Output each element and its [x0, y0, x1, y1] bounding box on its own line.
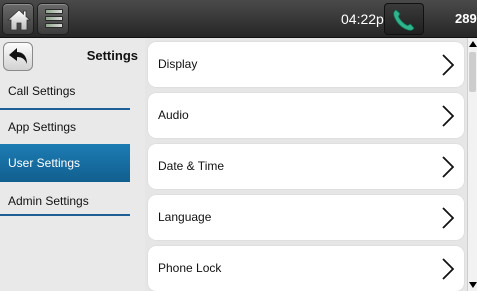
sidebar-item-user-settings[interactable]: User Settings: [0, 144, 130, 182]
sidebar-title: Settings: [86, 48, 138, 63]
back-arrow-icon: [9, 48, 27, 64]
chevron-right-icon: [442, 54, 454, 76]
divider: [0, 214, 130, 216]
call-status-button[interactable]: [384, 3, 424, 35]
back-button[interactable]: [3, 42, 33, 71]
chevron-right-icon: [442, 156, 454, 178]
home-icon: [7, 9, 31, 31]
settings-row-display[interactable]: Display: [148, 42, 464, 87]
chevron-right-icon: [442, 207, 454, 229]
scroll-up-arrow-icon[interactable]: [469, 41, 477, 47]
row-label: Language: [158, 210, 212, 224]
settings-sidebar: Settings Call Settings App Settings User…: [0, 38, 145, 291]
sidebar-item-label: Call Settings: [8, 84, 76, 98]
settings-row-language[interactable]: Language: [148, 195, 464, 240]
sidebar-item-label: App Settings: [8, 120, 77, 134]
menu-button[interactable]: [37, 3, 69, 35]
row-label: Display: [158, 57, 198, 71]
home-button[interactable]: [2, 3, 34, 35]
row-label: Phone Lock: [158, 261, 222, 275]
sidebar-item-label: Admin Settings: [8, 194, 89, 208]
row-label: Audio: [158, 108, 189, 122]
divider: [0, 108, 130, 110]
sidebar-item-label: User Settings: [8, 156, 81, 170]
row-label: Date & Time: [158, 159, 225, 173]
settings-list: Display Audio Date & Time Language Phone…: [145, 38, 465, 291]
scroll-down-arrow-icon[interactable]: [469, 282, 477, 288]
phone-settings-screen: 04:22pm 289 Settings Call Settings App S…: [0, 0, 477, 291]
settings-row-date-time[interactable]: Date & Time: [148, 144, 464, 189]
status-bar: 04:22pm 289: [0, 0, 477, 38]
sidebar-item-admin-settings[interactable]: Admin Settings: [0, 186, 130, 216]
sidebar-item-call-settings[interactable]: Call Settings: [0, 76, 130, 106]
scrollbar-thumb[interactable]: [469, 52, 476, 92]
settings-row-phone-lock[interactable]: Phone Lock: [148, 246, 464, 291]
extension-number: 289: [455, 11, 477, 26]
phone-icon: [393, 9, 415, 31]
chevron-right-icon: [442, 105, 454, 127]
chevron-right-icon: [442, 258, 454, 280]
sidebar-item-app-settings[interactable]: App Settings: [0, 112, 130, 142]
scrollbar[interactable]: [467, 38, 477, 291]
settings-row-audio[interactable]: Audio: [148, 93, 464, 138]
